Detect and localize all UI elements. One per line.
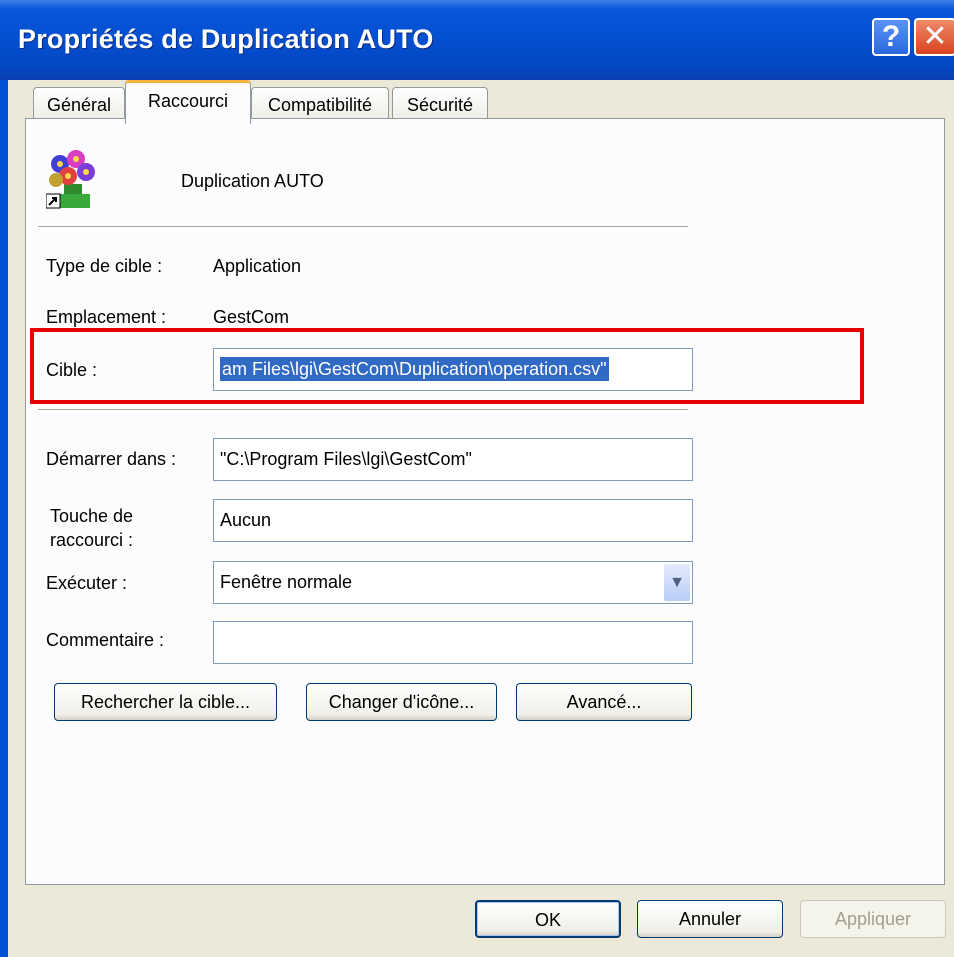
- red-highlight-box: [30, 328, 864, 404]
- window-title: Propriétés de Duplication AUTO: [18, 24, 434, 54]
- change-icon-button[interactable]: Changer d'icône...: [306, 683, 497, 721]
- ok-button[interactable]: OK: [475, 900, 621, 938]
- window-frame-left: [0, 80, 8, 957]
- location-label: Emplacement :: [46, 307, 167, 327]
- hotkey-input[interactable]: Aucun: [213, 499, 693, 542]
- cancel-button[interactable]: Annuler: [637, 900, 783, 938]
- tab-shortcut[interactable]: Raccourci: [125, 80, 251, 124]
- separator: [38, 409, 688, 413]
- properties-dialog: Propriétés de Duplication AUTO ? ✕ Génér…: [0, 0, 954, 957]
- target-type-label: Type de cible :: [46, 256, 163, 276]
- location-value: GestCom: [213, 307, 290, 327]
- find-target-button[interactable]: Rechercher la cible...: [54, 683, 277, 721]
- close-button[interactable]: ✕: [914, 18, 954, 56]
- run-select[interactable]: Fenêtre normale ▼: [213, 561, 693, 604]
- help-button[interactable]: ?: [872, 18, 910, 56]
- run-label: Exécuter :: [46, 573, 128, 593]
- title-bar[interactable]: Propriétés de Duplication AUTO ? ✕: [0, 0, 954, 80]
- hotkey-label: Touche de raccourci :: [50, 506, 134, 550]
- comment-label: Commentaire :: [46, 630, 165, 650]
- advanced-button[interactable]: Avancé...: [516, 683, 692, 721]
- apply-button: Appliquer: [800, 900, 946, 938]
- start-in-input[interactable]: "C:\Program Files\lgi\GestCom": [213, 438, 693, 481]
- flower-bouquet-shortcut-icon: [46, 150, 95, 209]
- separator: [38, 226, 688, 230]
- comment-input[interactable]: [213, 621, 693, 664]
- start-in-label: Démarrer dans :: [46, 449, 177, 469]
- chevron-down-icon[interactable]: ▼: [664, 564, 690, 601]
- shortcut-name: Duplication AUTO: [181, 171, 324, 191]
- run-select-value: Fenêtre normale: [220, 572, 353, 592]
- target-type-value: Application: [213, 256, 302, 276]
